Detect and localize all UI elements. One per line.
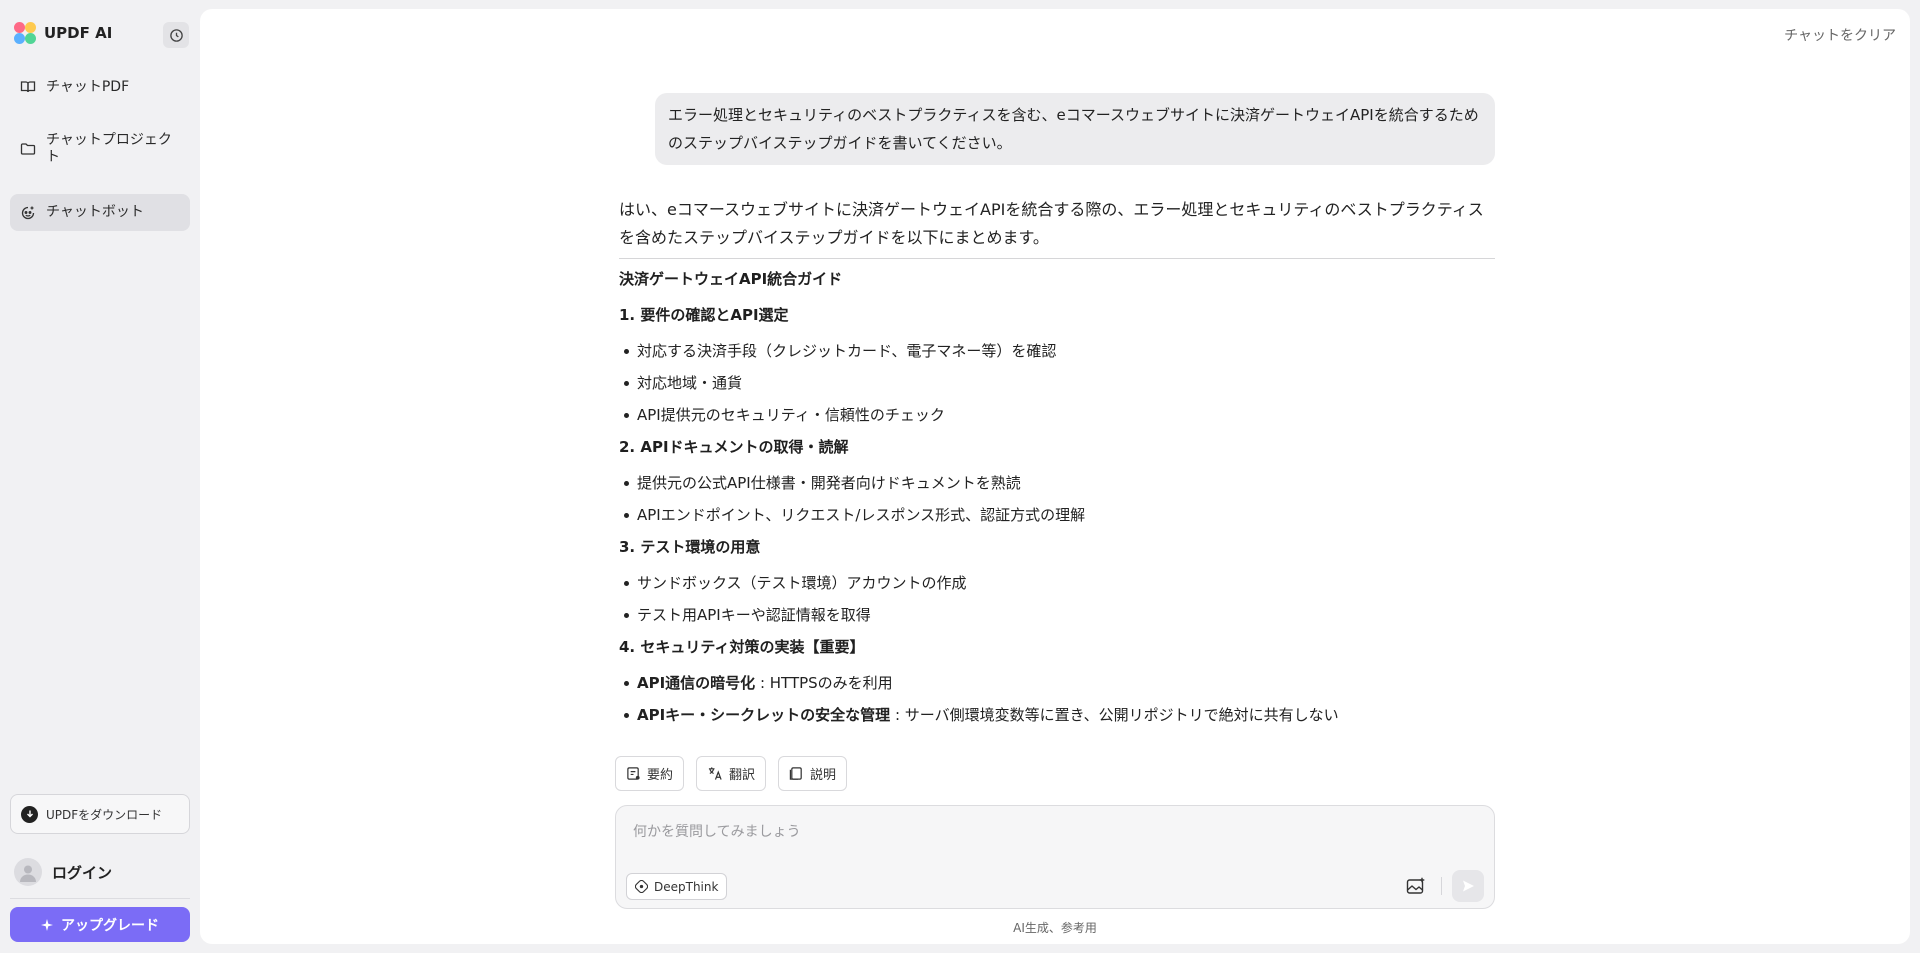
list-item: APIエンドポイント、リクエスト/レスポンス形式、認証方式の理解 [619,504,1495,536]
sidebar-item-label: チャットボット [46,204,144,220]
explain-icon [789,767,802,780]
deepthink-toggle[interactable]: DeepThink [626,873,728,900]
answer-intro: はい、eコマースウェブサイトに決済ゲートウェイAPIを統合する際の、エラー処理と… [619,200,1484,247]
deepthink-label: DeepThink [654,879,719,894]
send-icon [1463,880,1474,892]
list-item: APIキー・シークレットの安全な管理 : サーバ側環境変数等に置き、公開リポジト… [619,704,1495,736]
list-item: 提供元の公式API仕様書・開発者向けドキュメントを熟読 [619,472,1495,504]
assistant-message: はい、eコマースウェブサイトに決済ゲートウェイAPIを統合する際の、エラー処理と… [619,196,1495,736]
bullet-list: サンドボックス（テスト環境）アカウントの作成 テスト用APIキーや認証情報を取得 [619,572,1495,636]
section-heading: 3. テスト環境の用意 [619,538,761,556]
sidebar-item-chatbot[interactable]: チャットボット [10,194,190,231]
download-label: UPDFをダウンロード [46,807,163,822]
section-heading: 4. セキュリティ対策の実装【重要】 [619,638,865,656]
bullet-list: 対応する決済手段（クレジットカード、電子マネー等）を確認 対応地域・通貨 API… [619,340,1495,436]
sidebar-divider [10,898,190,899]
app-name: UPDF AI [44,24,113,42]
composer-divider [1441,877,1442,895]
sidebar-item-chat-pdf[interactable]: チャットPDF [10,74,190,100]
divider [619,258,1495,259]
list-item: API提供元のセキュリティ・信頼性のチェック [619,404,1495,436]
translate-label: 翻訳 [729,768,756,783]
login-button[interactable]: ログイン [14,858,112,886]
summary-icon [627,767,640,780]
bullet-list: 提供元の公式API仕様書・開発者向けドキュメントを熟読 APIエンドポイント、リ… [619,472,1495,536]
sidebar-item-label: チャットプロジェクト [46,132,172,165]
section-heading: 1. 要件の確認とAPI選定 [619,306,789,324]
message-input[interactable]: 何かを質問してみましょう [633,821,801,841]
bot-icon [21,206,35,219]
updf-logo-icon [14,22,36,44]
download-icon [21,805,38,823]
image-upload-button[interactable] [1402,872,1430,900]
section-heading: 2. APIドキュメントの取得・読解 [619,438,849,456]
upgrade-label: アップグレード [61,917,159,934]
sidebar-item-chat-project[interactable]: チャットプロジェクト [10,128,190,170]
clear-chat-button[interactable]: チャットをクリア [1784,25,1896,45]
summarize-button[interactable]: 要約 [615,756,685,791]
translate-button[interactable]: 翻訳 [696,756,767,791]
history-icon [169,28,183,42]
message-composer[interactable]: 何かを質問してみましょう DeepThink [615,805,1495,909]
summarize-label: 要約 [647,768,674,783]
list-item: API通信の暗号化 : HTTPSのみを利用 [619,672,1495,704]
sidebar-item-label: チャットPDF [46,78,130,95]
list-item: サンドボックス（テスト環境）アカウントの作成 [619,572,1495,604]
translate-icon [708,767,722,780]
brand[interactable]: UPDF AI [14,22,112,44]
bullet-list: API通信の暗号化 : HTTPSのみを利用 APIキー・シークレットの安全な管… [619,672,1495,736]
ai-disclaimer: AI生成、参考用 [1013,921,1097,935]
book-open-icon [20,81,36,93]
chat-history-button[interactable] [163,22,189,48]
image-add-icon [1406,877,1425,894]
login-label: ログイン [52,863,113,882]
explain-button[interactable]: 説明 [778,756,848,791]
answer-title: 決済ゲートウェイAPI統合ガイド [619,270,843,288]
download-updf-button[interactable]: UPDFをダウンロード [10,794,190,834]
quick-actions: 要約 翻訳 説明 [615,756,848,791]
user-icon [20,865,36,882]
atom-icon [635,880,648,893]
chat-panel: チャットをクリア エラー処理とセキュリティのベストプラクティスを含む、eコマース… [200,9,1910,944]
send-button[interactable] [1452,870,1484,902]
sidebar: UPDF AI チャットPDF チャットプロジェクト チャットボット UPDFを… [0,0,200,953]
user-message: エラー処理とセキュリティのベストプラクティスを含む、eコマースウェブサイトに決済… [655,93,1495,165]
list-item: テスト用APIキーや認証情報を取得 [619,604,1495,636]
avatar [14,858,42,886]
folder-icon [20,143,36,155]
list-item: 対応する決済手段（クレジットカード、電子マネー等）を確認 [619,340,1495,372]
list-item: 対応地域・通貨 [619,372,1495,404]
upgrade-button[interactable]: アップグレード [10,907,190,942]
sparkle-icon [41,918,53,931]
explain-label: 説明 [810,768,837,783]
